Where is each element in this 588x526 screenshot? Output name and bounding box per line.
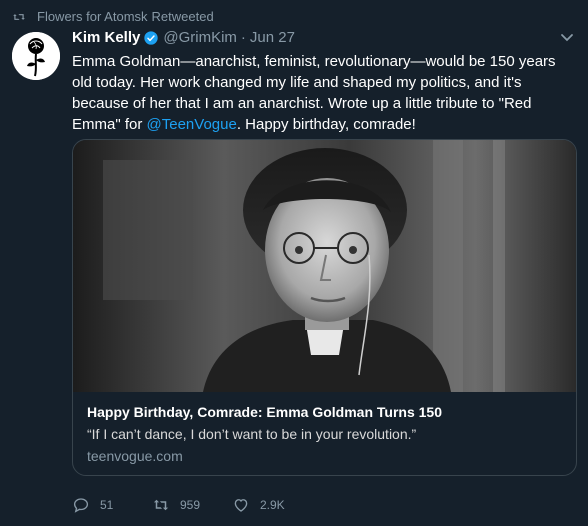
reply-button[interactable]: 51 [72,496,152,514]
like-count: 2.9K [260,498,285,512]
retweeted-label: Retweeted [151,9,214,24]
retweet-icon [13,13,25,20]
author-handle[interactable]: @GrimKim [163,29,237,46]
author-name[interactable]: Kim Kelly [72,29,140,46]
card-domain: teenvogue.com [87,448,183,464]
retweeter-name[interactable]: Flowers for Atomsk [37,9,148,24]
reply-icon [73,498,89,513]
card-description: “If I can’t dance, I don’t want to be in… [87,426,417,442]
card-image [73,140,576,392]
like-button[interactable]: 2.9K [232,496,285,514]
caret-down-icon[interactable] [560,33,574,43]
retweet-icon [153,499,169,511]
tweet-text-tail: . Happy birthday, comrade! [236,116,416,133]
avatar[interactable] [12,32,60,80]
link-card[interactable]: Happy Birthday, Comrade: Emma Goldman Tu… [72,139,577,476]
like-icon [234,499,248,512]
verified-badge-icon [144,30,159,45]
card-body: Happy Birthday, Comrade: Emma Goldman Tu… [73,392,576,464]
mention-link[interactable]: @TeenVogue [147,116,237,133]
card-title: Happy Birthday, Comrade: Emma Goldman Tu… [87,404,443,420]
tweet-text: Emma Goldman—anarchist, feminist, revolu… [72,51,577,135]
tweet-header: Kim Kelly @GrimKim · Jun 27 [72,29,548,46]
tweet-date[interactable]: Jun 27 [250,29,295,46]
tweet-actions: 51 959 2.9K [72,496,285,514]
header-separator: · [240,29,246,46]
retweet-context: Flowers for Atomsk Retweeted [12,9,214,24]
retweet-count: 959 [180,498,201,512]
retweet-button[interactable]: 959 [152,496,232,514]
reply-count: 51 [100,498,114,512]
rose-logo [12,32,60,80]
